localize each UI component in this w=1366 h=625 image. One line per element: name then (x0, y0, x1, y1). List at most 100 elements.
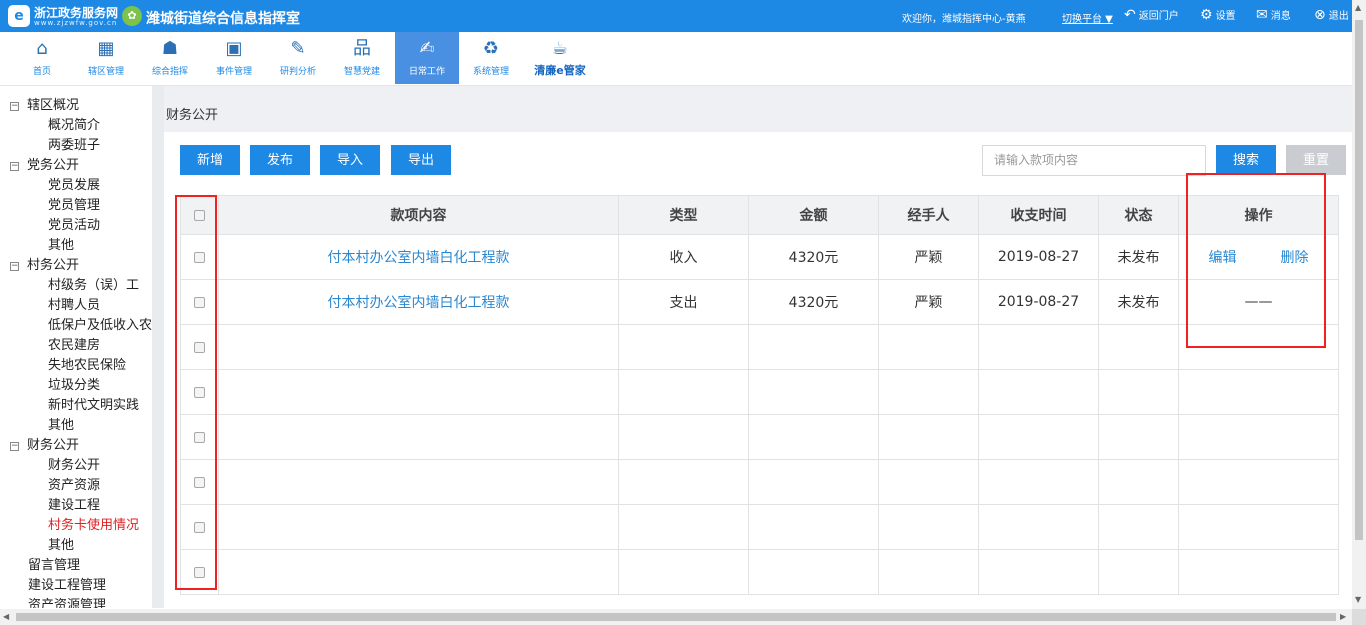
tree-item[interactable]: 其他 (48, 416, 74, 436)
tree-item[interactable]: 垃圾分类 (48, 376, 100, 396)
tree-item[interactable]: 低保户及低收入农户 (48, 316, 152, 336)
tree-item[interactable]: 村级务（误）工 (48, 276, 139, 296)
menu-area-management[interactable]: ▦ 辖区管理 (74, 32, 138, 84)
amount-cell: 4320元 (748, 234, 879, 280)
menu-system-management[interactable]: ♻ 系统管理 (459, 32, 523, 84)
tree-node-area-overview[interactable]: − 辖区概况 (10, 96, 79, 116)
date-cell: 2019-08-27 (978, 279, 1099, 325)
analysis-icon: ✎ (290, 38, 306, 59)
return-portal-link[interactable]: ↶ 返回门户 (1124, 6, 1179, 23)
tree-node-village-affairs[interactable]: − 村务公开 (10, 256, 79, 276)
top-bar: e 浙江政务服务网 www.zjzwfw.gov.cn ✿ 潍城街道综合信息指挥… (0, 0, 1352, 32)
tree-item[interactable]: 村聘人员 (48, 296, 100, 316)
breadcrumb-bar (164, 86, 1352, 132)
event-icon: ▣ (225, 38, 243, 59)
empty-row (180, 549, 1339, 595)
tree-item[interactable]: 资产资源 (48, 476, 100, 496)
content-link[interactable]: 付本村办公室内墙白化工程款 (218, 234, 619, 280)
menu-event-management[interactable]: ▣ 事件管理 (202, 32, 266, 84)
menu-daily-work[interactable]: ✍ 日常工作 (395, 32, 459, 84)
tree-item[interactable]: 留言管理 (28, 556, 80, 576)
tree-item[interactable]: 党员管理 (48, 196, 100, 216)
splitter[interactable] (152, 86, 164, 608)
close-circle-icon: ⊗ (1314, 6, 1326, 23)
scrollbar-corner (1352, 609, 1366, 625)
tree-item[interactable]: 其他 (48, 536, 74, 556)
table-row: 付本村办公室内墙白化工程款 支出 4320元 严颖 2019-08-27 未发布… (180, 279, 1339, 325)
collapse-icon[interactable]: − (10, 262, 19, 271)
daily-work-icon: ✍ (419, 38, 435, 59)
return-icon: ↶ (1124, 6, 1136, 23)
tree-item[interactable]: 其他 (48, 236, 74, 256)
collapse-icon[interactable]: − (10, 162, 19, 171)
scroll-left-icon[interactable]: ◀ (3, 612, 9, 621)
empty-row (180, 504, 1339, 550)
tree-item[interactable]: 两委班子 (48, 136, 100, 156)
add-button[interactable]: 新增 (180, 145, 240, 175)
handler-cell: 严颖 (878, 279, 979, 325)
menu-home[interactable]: ⌂ 首页 (10, 32, 74, 84)
org-icon: 品 (353, 38, 371, 59)
menu-party-building[interactable]: 品智慧党建 (330, 32, 394, 84)
publish-button[interactable]: 发布 (250, 145, 310, 175)
menu-command[interactable]: ☗ 综合指挥 (138, 32, 202, 84)
content-link[interactable]: 付本村办公室内墙白化工程款 (218, 279, 619, 325)
gear-icon: ⚙ (1200, 6, 1213, 23)
tree-item[interactable]: 党员活动 (48, 216, 100, 236)
sidebar-tree: − 辖区概况 概况简介 两委班子 − 党务公开 党员发展 党员管理 党员活动 其他 … (0, 96, 152, 608)
vertical-scroll-thumb[interactable] (1355, 20, 1363, 540)
collapse-icon[interactable]: − (10, 442, 19, 451)
tree-item[interactable]: 失地农民保险 (48, 356, 126, 376)
tree-item[interactable]: 新时代文明实践 (48, 396, 139, 416)
table-header-row: 款项内容 类型 金额 经手人 收支时间 状态 操作 (180, 195, 1339, 235)
tree-item[interactable]: 概况简介 (48, 116, 100, 136)
home-icon: ⌂ (36, 38, 48, 59)
search-input[interactable]: 请输入款项内容 (982, 145, 1206, 176)
grid-icon: ▦ (97, 38, 115, 59)
scroll-down-icon[interactable]: ▼ (1355, 595, 1361, 604)
column-header: 款项内容 (218, 195, 619, 235)
welcome-text: 欢迎你，潍城指挥中心-黄燕 (902, 14, 1026, 25)
tree-node-finance[interactable]: − 财务公开 (10, 436, 79, 456)
scroll-up-icon[interactable]: ▲ (1355, 3, 1361, 12)
main-menu: ⌂ 首页 ▦ 辖区管理 ☗ 综合指挥 ▣ 事件管理 ✎ 研判分析 品智慧党建 ✍ 日常工作 … (0, 32, 1352, 86)
switch-platform-link[interactable]: 切换平台 ▼ (1062, 10, 1113, 25)
column-header: 收支时间 (978, 195, 1099, 235)
settings-link[interactable]: ⚙ 设置 (1200, 6, 1236, 23)
app-logo-icon: ✿ (122, 6, 142, 26)
finance-table: 款项内容 类型 金额 经手人 收支时间 状态 操作 付本村办公室内墙白化工程款 … (180, 195, 1339, 595)
horizontal-scrollbar[interactable]: ◀ ▶ (0, 609, 1352, 625)
breadcrumb: 财务公开 (166, 108, 219, 123)
horizontal-scroll-thumb[interactable] (16, 613, 1336, 621)
gov-url: www.zjzwfw.gov.cn (34, 19, 118, 27)
tree-item[interactable]: 农民建房 (48, 336, 100, 356)
app-title: 潍城街道综合信息指挥室 (146, 11, 300, 27)
qinglian-icon: ☕ (551, 38, 569, 59)
tree-item[interactable]: 资产资源管理 (28, 596, 106, 608)
messages-link[interactable]: ✉ 消息 (1256, 6, 1291, 23)
tree-item[interactable]: 建设工程 (48, 496, 100, 516)
export-button[interactable]: 导出 (391, 145, 451, 175)
scroll-right-icon[interactable]: ▶ (1340, 612, 1346, 621)
vertical-scrollbar[interactable]: ▲ ▼ (1352, 0, 1366, 609)
menu-analysis[interactable]: ✎ 研判分析 (266, 32, 330, 84)
reset-button[interactable]: 重置 (1286, 145, 1346, 175)
search-button[interactable]: 搜索 (1216, 145, 1276, 175)
tree-item[interactable]: 财务公开 (48, 456, 100, 476)
tree-item-selected[interactable]: 村务卡使用情况 (48, 516, 139, 536)
command-icon: ☗ (161, 38, 179, 59)
tree-node-party-affairs[interactable]: − 党务公开 (10, 156, 79, 176)
tree-item[interactable]: 建设工程管理 (28, 576, 106, 596)
logout-link[interactable]: ⊗ 退出 (1314, 6, 1349, 23)
column-header: 状态 (1098, 195, 1179, 235)
tree-item[interactable]: 党员发展 (48, 176, 100, 196)
table-row: 付本村办公室内墙白化工程款 收入 4320元 严颖 2019-08-27 未发布… (180, 234, 1339, 280)
import-button[interactable]: 导入 (320, 145, 380, 175)
empty-row (180, 324, 1339, 370)
status-cell: 未发布 (1098, 234, 1179, 280)
empty-row (180, 369, 1339, 415)
collapse-icon[interactable]: − (10, 102, 19, 111)
mail-icon: ✉ (1256, 6, 1268, 23)
menu-qinglian[interactable]: ☕ 清廉e管家 (528, 32, 592, 84)
column-header: 类型 (618, 195, 749, 235)
